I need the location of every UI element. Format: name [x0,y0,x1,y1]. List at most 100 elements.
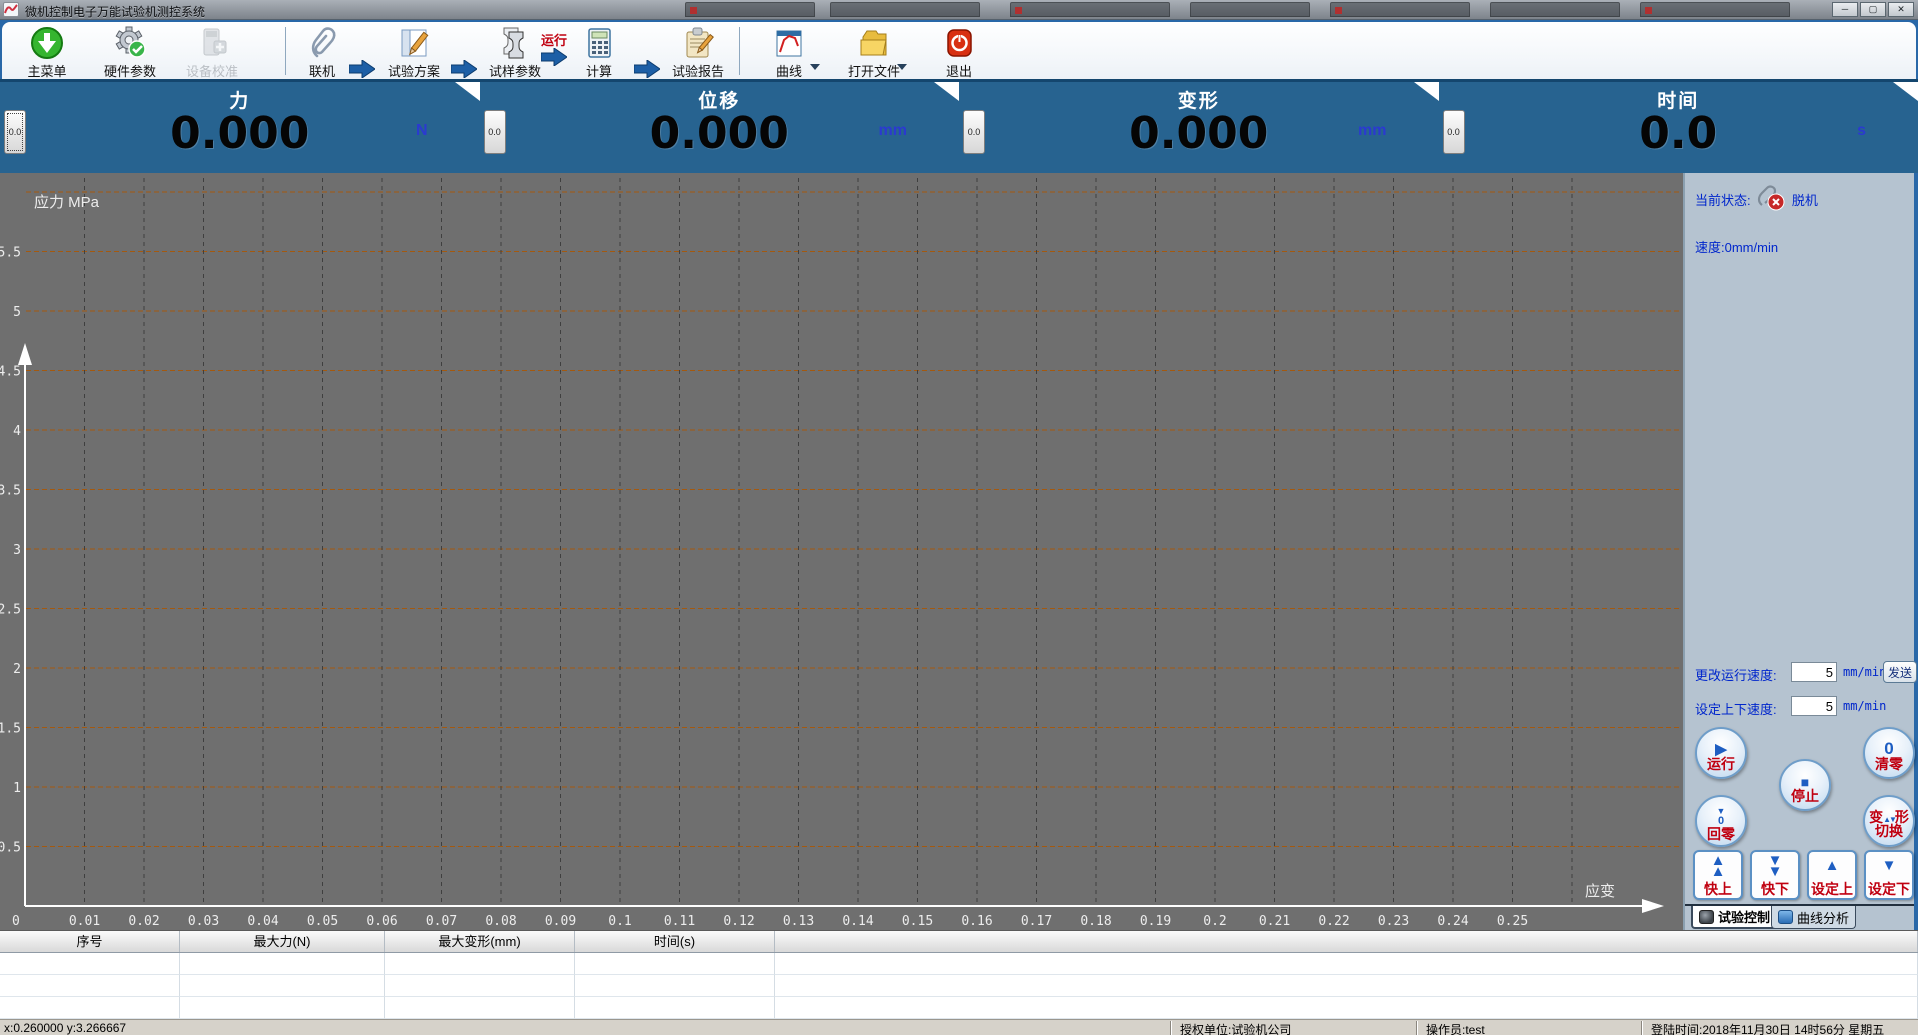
calculator-icon [556,24,642,62]
current-status-label: 当前状态: [1695,193,1751,208]
svg-text:应变: 应变 [1585,882,1615,900]
gauge-displacement: 0.0 位移 0.000 mm [480,82,959,173]
maximize-button[interactable]: ▢ [1860,2,1886,17]
svg-text:0.04: 0.04 [247,914,278,929]
zero-icon: 0 [1884,739,1894,758]
tab-test-control[interactable]: 试验控制 [1691,906,1779,929]
test-plan-icon [371,24,457,62]
svg-text:0.08: 0.08 [485,914,516,929]
toolbar-button-calculate[interactable]: 计算 [556,24,642,80]
status-bar: x:0.260000 y:3.266667 授权单位:试验机公司 操作员:tes… [0,1019,1918,1035]
toolbar-button-main-menu[interactable]: 主菜单 [4,24,90,80]
svg-text:4: 4 [13,424,21,439]
column-header-max-deformation[interactable]: 最大变形(mm) [385,931,575,952]
column-header-empty [775,931,1918,952]
double-up-arrow-icon: ▲ ▲ [1710,852,1726,880]
svg-text:4.5: 4.5 [0,365,21,380]
svg-text:1: 1 [13,781,21,796]
gear-check-icon [87,24,173,62]
svg-text:0.03: 0.03 [188,914,219,929]
toolbar-button-test-plan[interactable]: 试验方案 [371,24,457,80]
set-up-button[interactable]: ▲ 设定上 [1807,850,1857,900]
toolbar-button-curve[interactable]: 曲线 [746,24,832,80]
down-arrow-icon: ▼ [1881,857,1897,874]
measurement-bar: 0.0 力 0.000 N 0.0 位移 0.000 mm 0.0 变形 0.0… [0,82,1918,173]
clear-zero-button[interactable]: 0 清零 [1863,727,1915,779]
background-window-ghost [1490,2,1620,17]
svg-text:0.11: 0.11 [664,914,695,929]
deformation-switch-button[interactable]: 变▲▼形 切换 [1863,795,1915,847]
run-button[interactable]: ▶ 运行 [1695,727,1747,779]
curve-analysis-tab-icon [1778,910,1793,924]
background-window-ghost [1330,2,1470,17]
open-file-dropdown-icon[interactable] [897,64,907,70]
svg-text:0.21: 0.21 [1259,914,1290,929]
svg-text:0.24: 0.24 [1437,914,1468,929]
table-row[interactable] [0,953,1918,975]
svg-text:0: 0 [12,914,20,929]
svg-text:0.06: 0.06 [366,914,397,929]
paperclip-icon [279,24,365,62]
current-status-value: 脱机 [1791,193,1818,208]
toolbar: 主菜单 硬件参数 设备校准 联机 试验方案 试样参数 运行 计算 试验报告 曲线… [2,22,1916,79]
svg-text:5.5: 5.5 [0,246,21,261]
toolbar-button-device-calibration: 设备校准 [169,24,255,80]
svg-text:0.07: 0.07 [426,914,457,929]
gauge-unit: N [415,122,428,139]
change-speed-label: 更改运行速度: [1695,668,1777,683]
gauge-time: 0.0 时间 0.0 s [1439,82,1918,173]
toolbar-button-test-report[interactable]: 试验报告 [655,24,741,80]
offline-status-icon [1754,185,1788,214]
svg-text:2.5: 2.5 [0,603,21,618]
svg-text:应力 MPa: 应力 MPa [34,193,100,211]
tab-curve-analysis[interactable]: 曲线分析 [1771,906,1857,929]
svg-text:0.17: 0.17 [1021,914,1052,929]
svg-text:0.16: 0.16 [961,914,992,929]
send-button[interactable]: 发送 [1883,661,1917,683]
close-button[interactable]: ✕ [1888,2,1914,17]
table-row[interactable] [0,975,1918,997]
set-speed-input[interactable] [1791,696,1837,716]
main-menu-icon [4,24,90,62]
stress-strain-chart[interactable]: 0 0.5 1 1.5 2 2.5 3 3.5 4 4.5 5 5.5 0.01 0.02 0.03 0.04… [0,173,1683,930]
svg-text:3.5: 3.5 [0,484,21,499]
stop-button[interactable]: ■ 停止 [1779,759,1831,811]
svg-text:0.12: 0.12 [723,914,754,929]
login-time-text: 登陆时间:2018年11月30日 14时56分 星期五 [1651,1023,1885,1035]
svg-text:0.19: 0.19 [1140,914,1171,929]
table-row[interactable] [0,997,1918,1019]
toolbar-button-hardware-params[interactable]: 硬件参数 [87,24,173,80]
svg-text:0.25: 0.25 [1497,914,1528,929]
svg-text:0.5: 0.5 [0,841,21,856]
app-icon [3,2,19,17]
set-down-button[interactable]: ▼ 设定下 [1864,850,1914,900]
svg-text:5: 5 [13,305,21,320]
column-header-max-force[interactable]: 最大力(N) [180,931,385,952]
fast-down-button[interactable]: ▼ ▼ 快下 [1750,850,1800,900]
svg-text:0.1: 0.1 [608,914,631,929]
curve-dropdown-icon[interactable] [810,64,820,70]
minimize-button[interactable]: ─ [1832,2,1858,17]
return-zero-button[interactable]: ▼ 0 回零 [1695,795,1747,847]
svg-text:0.14: 0.14 [842,914,873,929]
gauge-value: 0.0 [1639,108,1718,159]
svg-text:0.22: 0.22 [1318,914,1349,929]
double-down-arrow-icon: ▼ ▼ [1767,852,1783,880]
svg-text:0.13: 0.13 [783,914,814,929]
column-header-time[interactable]: 时间(s) [575,931,775,952]
results-table: 序号 最大力(N) 最大变形(mm) 时间(s) [0,930,1918,1019]
svg-text:0.02: 0.02 [128,914,159,929]
svg-text:0.01: 0.01 [69,914,100,929]
toolbar-button-open-file[interactable]: 打开文件 [831,24,917,80]
background-window-ghost [1640,2,1790,17]
svg-text:1.5: 1.5 [0,722,21,737]
gauge-unit: mm [1358,122,1387,139]
set-speed-unit: mm/min [1843,699,1887,713]
report-icon [655,24,741,62]
gauge-deformation: 0.0 变形 0.000 mm [959,82,1439,173]
background-window-ghost [1010,2,1170,17]
change-speed-input[interactable] [1791,662,1837,682]
column-header-index[interactable]: 序号 [0,931,180,952]
fast-up-button[interactable]: ▲ ▲ 快上 [1693,850,1743,900]
toolbar-button-exit[interactable]: 退出 [916,24,1002,80]
